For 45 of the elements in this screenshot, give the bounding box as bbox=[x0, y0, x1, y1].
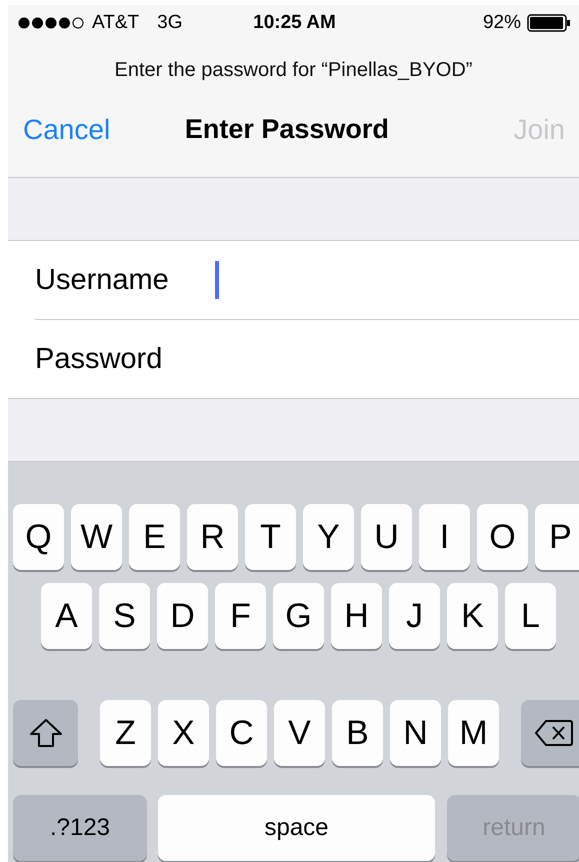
key[interactable]: J bbox=[389, 583, 440, 649]
key[interactable]: W bbox=[71, 504, 122, 570]
text-cursor bbox=[215, 261, 219, 299]
key[interactable]: G bbox=[273, 583, 324, 649]
key[interactable]: E bbox=[129, 504, 180, 570]
space-key[interactable]: space bbox=[158, 795, 435, 861]
input-row[interactable]: Username bbox=[35, 241, 579, 320]
key[interactable]: U bbox=[361, 504, 412, 570]
key[interactable]: D bbox=[157, 583, 208, 649]
key[interactable]: C bbox=[216, 700, 267, 766]
status-time: 10:25 AM bbox=[253, 12, 336, 34]
key[interactable]: X bbox=[158, 700, 209, 766]
key[interactable]: M bbox=[448, 700, 499, 766]
password-prompt: Enter the password for “Pinellas_BYOD” bbox=[114, 58, 474, 82]
key[interactable]: H bbox=[331, 583, 382, 649]
key[interactable]: L bbox=[505, 583, 556, 649]
key[interactable]: A bbox=[41, 583, 92, 649]
shift-arrow-icon bbox=[28, 718, 62, 748]
battery-icon bbox=[527, 14, 571, 32]
nav-title: Enter Password bbox=[184, 114, 390, 145]
key[interactable]: R bbox=[187, 504, 238, 570]
key[interactable]: T bbox=[245, 504, 296, 570]
key[interactable]: B bbox=[332, 700, 383, 766]
numbers-key[interactable]: .?123 bbox=[13, 795, 147, 861]
key[interactable]: V bbox=[274, 700, 325, 766]
key[interactable]: Y bbox=[303, 504, 354, 570]
key[interactable]: K bbox=[447, 583, 498, 649]
carrier-name: AT&T bbox=[92, 12, 140, 34]
key[interactable]: Z bbox=[100, 700, 151, 766]
signal-dots-icon bbox=[18, 17, 84, 29]
key[interactable]: I bbox=[419, 504, 470, 570]
key[interactable]: P bbox=[535, 504, 579, 570]
field-label: Password bbox=[35, 342, 164, 376]
network-type: 3G bbox=[157, 12, 183, 34]
key[interactable]: Q bbox=[13, 504, 64, 570]
key[interactable]: F bbox=[215, 583, 266, 649]
shift-key[interactable] bbox=[13, 700, 78, 766]
delete-key[interactable] bbox=[521, 700, 579, 766]
battery-percent: 92% bbox=[482, 12, 521, 34]
backspace-icon bbox=[534, 719, 574, 747]
field-label: Username bbox=[35, 264, 170, 296]
key[interactable]: N bbox=[390, 700, 441, 766]
key[interactable]: S bbox=[99, 583, 150, 649]
input-row[interactable]: Password bbox=[35, 320, 579, 398]
key[interactable]: O bbox=[477, 504, 528, 570]
